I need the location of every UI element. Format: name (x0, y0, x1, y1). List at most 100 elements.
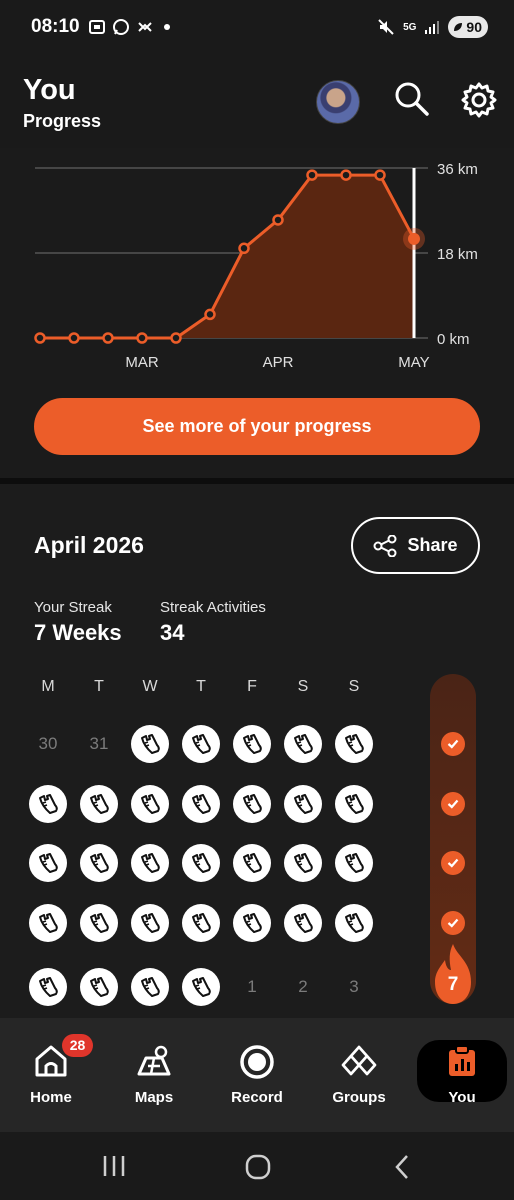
calendar-day: 30 (38, 734, 58, 753)
gear-icon (461, 82, 497, 118)
y-tick-label: 18 km (437, 246, 478, 263)
see-more-progress-button[interactable]: See more of your progress (34, 398, 480, 455)
calendar-day-activity[interactable] (29, 785, 67, 823)
activities-value: 34 (160, 620, 185, 645)
data-point (340, 169, 352, 181)
shoe-icon (90, 794, 109, 814)
status-bar: 08:10 5G 90 (0, 0, 514, 58)
nav-you[interactable]: You (412, 1018, 512, 1118)
nav-you-label: You (448, 1089, 476, 1106)
calendar-day: 1 (247, 977, 257, 996)
dot-icon (164, 24, 170, 30)
calendar-day-activity[interactable] (131, 968, 169, 1006)
calendar-day: 2 (298, 977, 308, 996)
signal-icon (425, 21, 440, 34)
battery-level: 90 (466, 19, 482, 35)
nav-maps-label: Maps (134, 1089, 174, 1106)
weekly-distance-chart[interactable]: 36 km 18 km 0 km MAR APR MAY (0, 148, 514, 388)
recent-apps-icon[interactable] (101, 1154, 127, 1178)
streak-label: Your Streak (34, 599, 112, 616)
calendar-day-activity[interactable] (284, 725, 322, 763)
page-header: You Progress (0, 58, 514, 148)
shoe-icon (192, 853, 211, 873)
progress-chart-icon (449, 1045, 475, 1076)
calendar-day-activity[interactable] (182, 904, 220, 942)
weekday-label: M (41, 678, 55, 695)
y-tick-label: 36 km (437, 161, 478, 178)
calendar-day-activity[interactable] (284, 904, 322, 942)
screenshot-icon (89, 20, 105, 34)
calendar-day-activity[interactable] (233, 844, 271, 882)
calendar-day-activity[interactable] (182, 785, 220, 823)
week-complete-check (441, 792, 465, 816)
search-icon (395, 82, 429, 116)
calendar-day-activity[interactable] (131, 844, 169, 882)
calendar-day-activity[interactable] (131, 904, 169, 942)
area-fill (40, 175, 414, 338)
shoe-icon (141, 794, 160, 814)
avatar[interactable] (316, 80, 360, 124)
mute-icon (378, 19, 394, 35)
shoe-icon (192, 913, 211, 933)
x-tick-label: MAY (398, 354, 429, 371)
back-icon[interactable] (392, 1153, 412, 1181)
week-complete-check (441, 851, 465, 875)
calendar-day-activity[interactable] (335, 844, 373, 882)
shoe-icon (345, 734, 364, 754)
calendar-day-activity[interactable] (80, 844, 118, 882)
weekday-label: W (142, 678, 158, 695)
calendar-day-activity[interactable] (29, 904, 67, 942)
calendar-day-activity[interactable] (233, 725, 271, 763)
shoe-icon (90, 913, 109, 933)
home-system-icon[interactable] (244, 1153, 272, 1181)
status-time: 08:10 (31, 16, 80, 37)
calendar-day-activity[interactable] (182, 968, 220, 1006)
streak-count: 7 (447, 974, 459, 995)
progress-chart-card: 36 km 18 km 0 km MAR APR MAY See more of your… (0, 148, 514, 478)
shoe-icon (39, 913, 58, 933)
data-point (68, 332, 80, 344)
page-subtitle: Progress (23, 111, 102, 131)
data-point (170, 332, 182, 344)
week-complete-check (441, 911, 465, 935)
record-icon (240, 1045, 274, 1079)
nav-record[interactable]: Record (207, 1018, 307, 1118)
calendar-day-activity[interactable] (80, 904, 118, 942)
data-point (306, 169, 318, 181)
page-title: You (23, 74, 76, 106)
nav-home[interactable]: Home 28 (1, 1018, 101, 1118)
data-point (102, 332, 114, 344)
x-tick-label: APR (263, 354, 294, 371)
calendar-day-activity[interactable] (284, 844, 322, 882)
shoe-icon (39, 794, 58, 814)
shoe-icon (90, 853, 109, 873)
y-tick-label: 0 km (437, 331, 470, 348)
calendar-day-activity[interactable] (284, 785, 322, 823)
calendar-day-activity[interactable] (182, 844, 220, 882)
calendar-day-activity[interactable] (80, 785, 118, 823)
calendar-day-activity[interactable] (233, 785, 271, 823)
check-icon (447, 918, 459, 928)
calendar-day-activity[interactable] (29, 968, 67, 1006)
shoe-icon (294, 794, 313, 814)
calendar-day-activity[interactable] (335, 725, 373, 763)
calendar-day-activity[interactable] (335, 904, 373, 942)
search-button[interactable] (392, 80, 432, 120)
notification-badge: 28 (62, 1034, 93, 1057)
shoe-icon (141, 913, 160, 933)
calendar-day-activity[interactable] (233, 904, 271, 942)
nav-groups[interactable]: Groups (309, 1018, 409, 1118)
shoe-icon (345, 913, 364, 933)
calendar-day-activity[interactable] (335, 785, 373, 823)
calendar-day-activity[interactable] (131, 725, 169, 763)
network-type: 5G (403, 21, 417, 33)
shoe-icon (90, 977, 109, 997)
calendar-day-activity[interactable] (29, 844, 67, 882)
settings-button[interactable] (459, 80, 499, 120)
calendar-day-activity[interactable] (182, 725, 220, 763)
notification-icons (88, 18, 174, 36)
nav-maps[interactable]: Maps (104, 1018, 204, 1118)
share-button[interactable]: Share (351, 517, 480, 574)
calendar-day-activity[interactable] (131, 785, 169, 823)
calendar-day-activity[interactable] (80, 968, 118, 1006)
